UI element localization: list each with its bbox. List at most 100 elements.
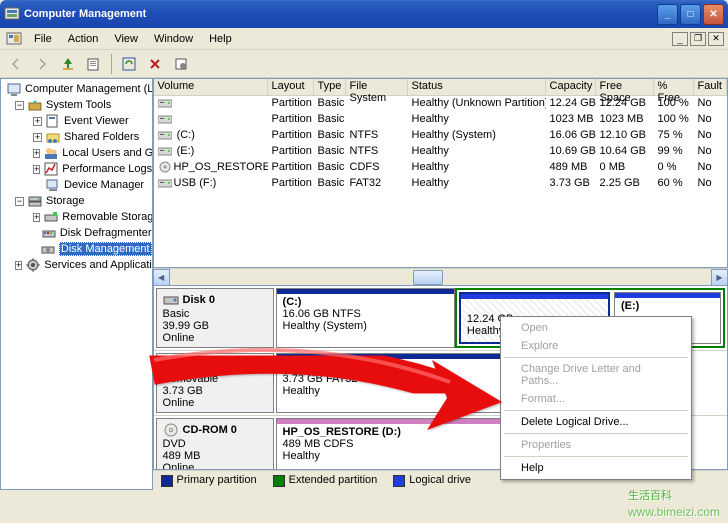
tree-root[interactable]: Computer Management (Local) xyxy=(1,81,152,97)
col-type[interactable]: Type xyxy=(314,79,346,96)
legend-primary: Primary partition xyxy=(161,474,257,486)
menu-window[interactable]: Window xyxy=(146,31,201,47)
menu-help[interactable]: Help xyxy=(201,31,240,47)
expand-icon[interactable]: + xyxy=(15,261,22,270)
tree-event-viewer-label: Event Viewer xyxy=(64,115,129,127)
expand-icon[interactable]: + xyxy=(33,165,40,174)
disk-0-label[interactable]: Disk 0 Basic 39.99 GB Online xyxy=(156,288,274,348)
tree-event-viewer[interactable]: + Event Viewer xyxy=(1,113,152,129)
tree-storage[interactable]: − Storage xyxy=(1,193,152,209)
partition-usb[interactable]: USB (F:) 3.73 GB FAT32 Healthy xyxy=(276,353,506,413)
partition-hp-restore[interactable]: HP_OS_RESTORE (D:) 489 MB CDFS Healthy xyxy=(276,418,506,470)
menu-change-drive-letter[interactable]: Change Drive Letter and Paths... xyxy=(503,360,689,390)
col-volume[interactable]: Volume xyxy=(154,79,268,96)
cdrom-0-size: 489 MB xyxy=(163,450,267,462)
mdi-close-button[interactable]: ✕ xyxy=(708,32,724,46)
properties-button[interactable] xyxy=(82,52,106,76)
tree-device-manager[interactable]: Device Manager xyxy=(1,177,152,193)
table-row[interactable]: USB (F:)PartitionBasicFAT32Healthy3.73 G… xyxy=(154,176,727,192)
partition-c-detail2: Healthy (System) xyxy=(283,320,367,332)
computer-icon xyxy=(6,81,22,97)
col-pctfree[interactable]: % Free xyxy=(654,79,694,96)
disk-icon xyxy=(163,292,179,308)
cdrom-0-label[interactable]: CD-ROM 0 DVD 489 MB Online xyxy=(156,418,274,470)
window-controls: _ □ ✕ xyxy=(657,4,724,25)
col-fault[interactable]: Fault xyxy=(694,79,727,96)
cdrom-0-name: CD-ROM 0 xyxy=(183,424,237,436)
tree-disk-defrag[interactable]: Disk Defragmenter xyxy=(1,225,152,241)
maximize-button[interactable]: □ xyxy=(680,4,701,25)
primary-swatch xyxy=(161,475,173,487)
table-row[interactable]: (C:)PartitionBasicNTFSHealthy (System)16… xyxy=(154,128,727,144)
minimize-button[interactable]: _ xyxy=(657,4,678,25)
col-layout[interactable]: Layout xyxy=(268,79,314,96)
expand-icon[interactable]: + xyxy=(33,213,40,222)
logical-swatch xyxy=(393,475,405,487)
partition-e-label: (E:) xyxy=(621,300,639,312)
mdi-restore-button[interactable]: ❐ xyxy=(690,32,706,46)
partition-usb-detail2: Healthy xyxy=(283,385,320,397)
tree-disk-management[interactable]: Disk Management xyxy=(1,241,152,257)
table-row[interactable]: PartitionBasicHealthy (Unknown Partition… xyxy=(154,96,727,112)
menu-delete-logical-drive[interactable]: Delete Logical Drive... xyxy=(503,413,689,431)
col-freespace[interactable]: Free Space xyxy=(596,79,654,96)
disk-0-state: Online xyxy=(163,332,267,344)
menu-format[interactable]: Format... xyxy=(503,390,689,408)
scroll-left-button[interactable]: ◀ xyxy=(153,269,170,286)
tree-system-tools[interactable]: − System Tools xyxy=(1,97,152,113)
up-button[interactable] xyxy=(56,52,80,76)
scroll-thumb[interactable] xyxy=(413,270,443,285)
table-row[interactable]: PartitionBasicHealthy1023 MB1023 MB100 %… xyxy=(154,112,727,128)
menu-open[interactable]: Open xyxy=(503,319,689,337)
back-button[interactable] xyxy=(4,52,28,76)
tree-shared-folders[interactable]: + Shared Folders xyxy=(1,129,152,145)
delete-toolbar-button[interactable] xyxy=(143,52,167,76)
tree-local-users[interactable]: + Local Users and Groups xyxy=(1,145,152,161)
mdi-minimize-button[interactable]: _ xyxy=(672,32,688,46)
menu-view[interactable]: View xyxy=(106,31,146,47)
col-capacity[interactable]: Capacity xyxy=(546,79,596,96)
col-filesystem[interactable]: File System xyxy=(346,79,408,96)
tree-perf-logs-label: Performance Logs and Alerts xyxy=(62,163,152,175)
perf-icon xyxy=(43,161,59,177)
scroll-track[interactable] xyxy=(170,269,711,286)
tree-pane[interactable]: Computer Management (Local) − System Too… xyxy=(0,78,153,490)
menu-help[interactable]: Help xyxy=(503,459,689,477)
close-button[interactable]: ✕ xyxy=(703,4,724,25)
scroll-right-button[interactable]: ▶ xyxy=(711,269,728,286)
menu-file[interactable]: File xyxy=(26,31,60,47)
partition-c-label: (C:) xyxy=(283,296,302,308)
table-row[interactable]: HP_OS_RESTORE (D:)PartitionBasicCDFSHeal… xyxy=(154,160,727,176)
volume-icon xyxy=(158,161,172,173)
event-viewer-icon xyxy=(45,113,61,129)
menu-properties[interactable]: Properties xyxy=(503,436,689,454)
legend-extended: Extended partition xyxy=(273,474,378,486)
tree-disk-defrag-label: Disk Defragmenter xyxy=(60,227,152,239)
tree-removable-storage[interactable]: + Removable Storage xyxy=(1,209,152,225)
col-status[interactable]: Status xyxy=(408,79,546,96)
menubar: File Action View Window Help _ ❐ ✕ xyxy=(0,28,728,50)
forward-button[interactable] xyxy=(30,52,54,76)
menu-divider xyxy=(504,357,688,358)
table-row[interactable]: (E:)PartitionBasicNTFSHealthy10.69 GB10.… xyxy=(154,144,727,160)
collapse-icon[interactable]: − xyxy=(15,197,24,206)
app-menu-icon xyxy=(6,31,22,47)
refresh-button[interactable] xyxy=(117,52,141,76)
disk-1-label[interactable]: Disk 1 Removable 3.73 GB Online xyxy=(156,353,274,413)
expand-icon[interactable]: + xyxy=(33,117,42,126)
table-body: PartitionBasicHealthy (Unknown Partition… xyxy=(154,96,727,192)
expand-icon[interactable]: + xyxy=(33,149,40,158)
tree-perf-logs[interactable]: + Performance Logs and Alerts xyxy=(1,161,152,177)
settings-toolbar-button[interactable] xyxy=(169,52,193,76)
expand-icon[interactable]: + xyxy=(33,133,42,142)
tree-local-users-label: Local Users and Groups xyxy=(62,147,152,159)
context-menu: Open Explore Change Drive Letter and Pat… xyxy=(500,316,692,480)
menu-explore[interactable]: Explore xyxy=(503,337,689,355)
volume-icon xyxy=(158,129,172,141)
partition-c[interactable]: (C:) 16.06 GB NTFS Healthy (System) xyxy=(276,288,455,348)
horizontal-scrollbar[interactable]: ◀ ▶ xyxy=(153,268,728,285)
tools-icon xyxy=(27,97,43,113)
menu-action[interactable]: Action xyxy=(60,31,107,47)
collapse-icon[interactable]: − xyxy=(15,101,24,110)
tree-services-apps[interactable]: + Services and Applications xyxy=(1,257,152,273)
